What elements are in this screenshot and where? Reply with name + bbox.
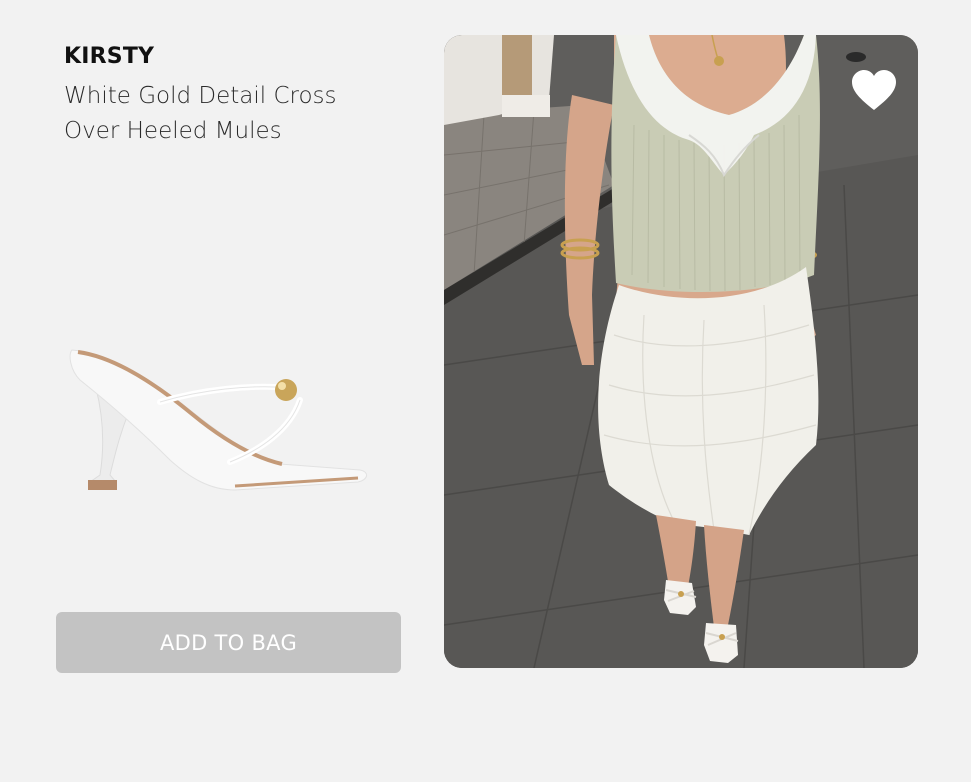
product-name: White Gold Detail Cross Over Heeled Mule… <box>64 83 337 144</box>
lifestyle-photo[interactable] <box>444 35 918 668</box>
product-brand: KIRSTY <box>64 44 155 69</box>
product-image[interactable] <box>60 330 380 510</box>
heart-icon[interactable] <box>850 68 898 114</box>
add-to-bag-button[interactable]: ADD TO BAG <box>56 612 401 673</box>
